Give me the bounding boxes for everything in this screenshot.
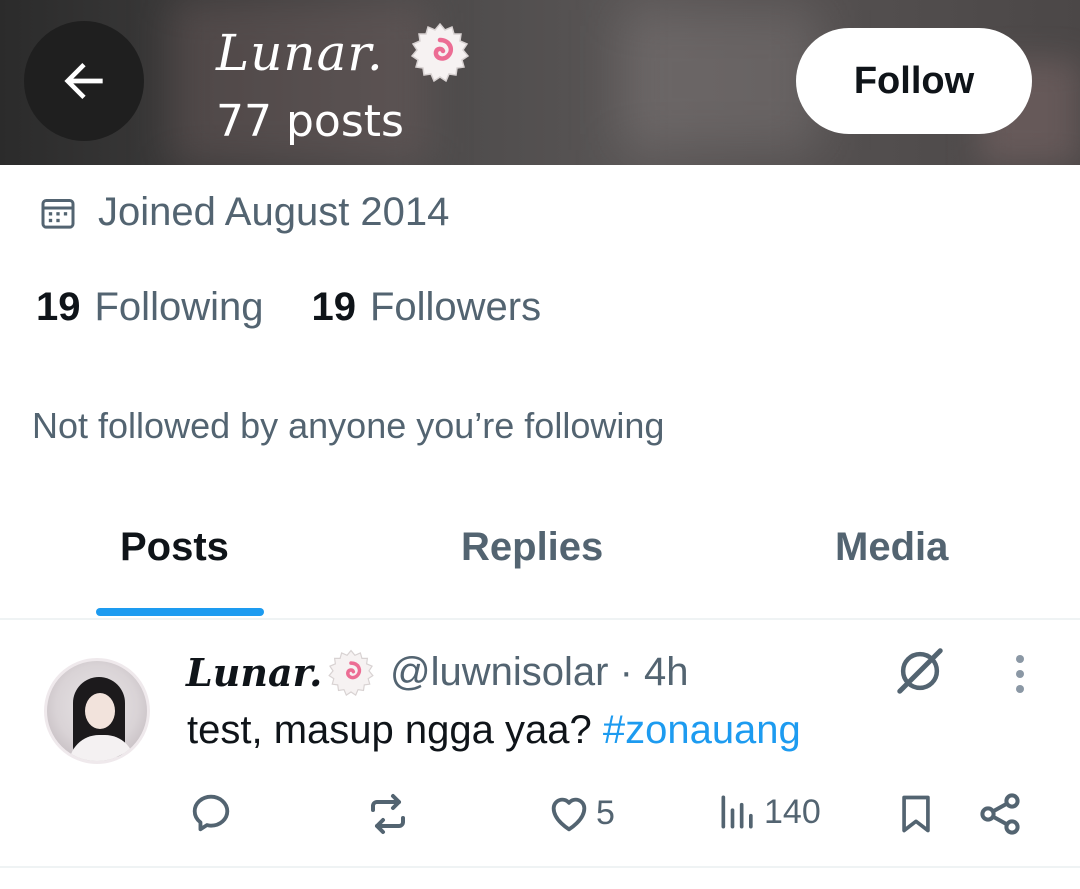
reply-button[interactable]: [188, 790, 234, 836]
followers-link[interactable]: 19 Followers: [311, 285, 541, 330]
avatar-face: [85, 693, 115, 729]
share-icon: [980, 793, 1020, 835]
tab-posts[interactable]: Posts: [120, 525, 229, 570]
repost-icon: [371, 794, 405, 834]
post-text: test, masup ngga yaa? #zonauang: [187, 708, 801, 753]
followers-count: 19: [311, 285, 356, 329]
active-tab-indicator: [96, 608, 264, 616]
narutomaki-emoji-icon: [326, 649, 376, 703]
tab-media[interactable]: Media: [835, 525, 948, 570]
tab-replies[interactable]: Replies: [461, 525, 603, 570]
joined-date: Joined August 2014: [38, 190, 449, 235]
narutomaki-emoji-icon: [408, 22, 472, 90]
bookmark-icon: [902, 795, 930, 833]
more-icon[interactable]: [1014, 654, 1026, 698]
views-button[interactable]: 140: [716, 790, 821, 834]
header-background: [620, 10, 820, 150]
like-icon: [551, 797, 587, 832]
like-count: 5: [596, 793, 615, 832]
views-count: 140: [764, 792, 821, 831]
views-icon: [721, 795, 753, 829]
post-body: test, masup ngga yaa?: [187, 708, 603, 752]
joined-text: Joined August 2014: [98, 190, 450, 234]
following-label: Following: [94, 285, 264, 329]
share-button[interactable]: [976, 790, 1024, 838]
follow-stats: 19 Following 19 Followers: [36, 285, 541, 330]
post-divider: [0, 866, 1080, 868]
bookmark-button[interactable]: [894, 790, 938, 838]
header-display-name: Lunar.: [216, 24, 384, 82]
grok-icon[interactable]: [893, 644, 947, 702]
header-post-count: 77 posts: [216, 96, 404, 147]
followers-label: Followers: [369, 285, 542, 329]
reply-icon: [192, 794, 230, 832]
back-button[interactable]: [24, 21, 144, 141]
follow-button[interactable]: Follow: [796, 28, 1032, 134]
repost-button[interactable]: [364, 790, 412, 838]
calendar-icon: [41, 198, 75, 229]
post-handle-time: @luwnisolar · 4h: [390, 650, 689, 694]
like-button[interactable]: 5: [546, 790, 615, 836]
post-hashtag[interactable]: #zonauang: [603, 708, 801, 752]
following-count: 19: [36, 285, 81, 329]
avatar[interactable]: [44, 658, 150, 764]
back-arrow-icon: [64, 63, 103, 99]
tabs-divider: [0, 618, 1080, 620]
post-author-name[interactable]: Lunar.: [186, 650, 322, 695]
following-link[interactable]: 19 Following: [36, 285, 263, 330]
not-followed-notice: Not followed by anyone you’re following: [32, 405, 665, 446]
profile-header: Lunar. 77 posts Follow: [0, 0, 1080, 165]
